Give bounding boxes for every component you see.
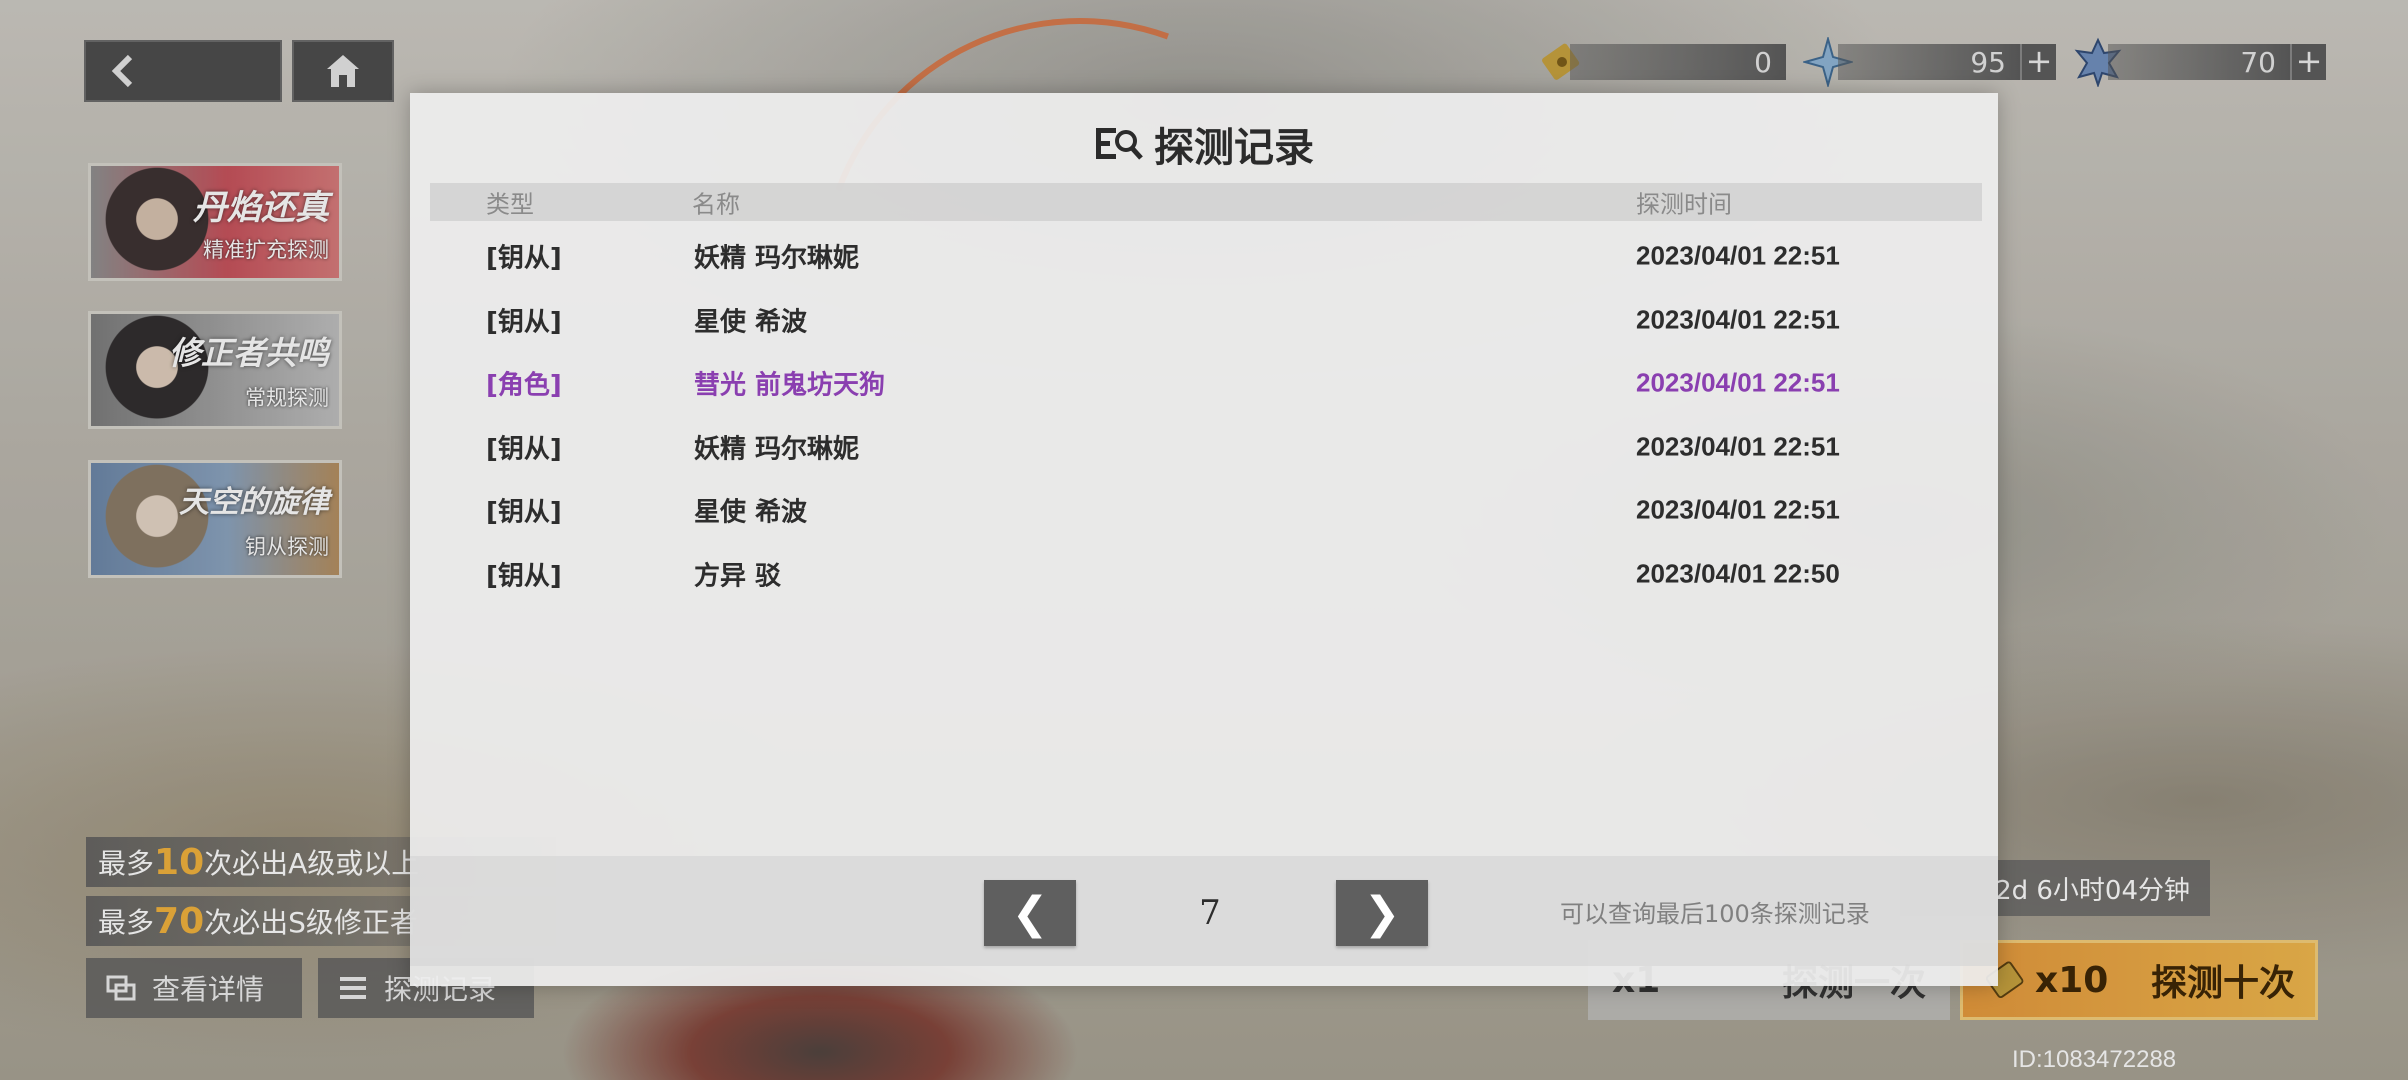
table-header: 类型 名称 探测时间 <box>430 183 1982 221</box>
row-type: [钥从] <box>486 243 562 274</box>
table-row: [钥从] 妖精 玛尔琳妮 2023/04/01 22:51 <box>430 228 1982 284</box>
search-list-icon <box>1096 128 1143 160</box>
table-row: [钥从] 星使 希波 2023/04/01 22:51 <box>430 292 1982 348</box>
chevron-right-icon: ❯ <box>1363 887 1401 939</box>
modal-title-text: 探测记录 <box>1154 125 1314 171</box>
row-type: [角色] <box>486 370 562 401</box>
page-number: 7 <box>1199 893 1221 933</box>
records-modal: 探测记录 类型 名称 探测时间 [钥从] 妖精 玛尔琳妮 2023/04/01 … <box>410 93 1998 986</box>
records-limit-note: 可以查询最后100条探测记录 <box>1560 900 1870 928</box>
row-type: [钥从] <box>486 561 562 592</box>
column-type: 类型 <box>486 190 534 219</box>
row-type: [钥从] <box>486 307 562 338</box>
pagination-bar: ❮ 7 ❯ 可以查询最后100条探测记录 <box>410 856 1998 966</box>
row-time: 2023/04/01 22:51 <box>1636 240 1840 271</box>
table-row: [钥从] 方异 驳 2023/04/01 22:50 <box>430 546 1982 602</box>
row-time: 2023/04/01 22:50 <box>1636 558 1840 589</box>
row-name: 星使 希波 <box>694 307 808 338</box>
row-type: [钥从] <box>486 497 562 528</box>
row-time: 2023/04/01 22:51 <box>1636 367 1840 398</box>
chevron-left-icon: ❮ <box>1011 887 1049 939</box>
column-name: 名称 <box>692 190 740 219</box>
column-time: 探测时间 <box>1636 190 1732 219</box>
row-name: 妖精 玛尔琳妮 <box>694 434 860 465</box>
row-name: 妖精 玛尔琳妮 <box>694 243 860 274</box>
row-name: 星使 希波 <box>694 497 808 528</box>
modal-title: 探测记录 <box>410 113 1998 175</box>
row-name: 彗光 前鬼坊天狗 <box>694 370 886 401</box>
table-row-highlight: [角色] 彗光 前鬼坊天狗 2023/04/01 22:51 <box>430 355 1982 411</box>
row-time: 2023/04/01 22:51 <box>1636 304 1840 335</box>
table-row: [钥从] 星使 希波 2023/04/01 22:51 <box>430 482 1982 538</box>
next-page-button[interactable]: ❯ <box>1336 880 1428 946</box>
prev-page-button[interactable]: ❮ <box>984 880 1076 946</box>
row-name: 方异 驳 <box>694 561 782 592</box>
table-row: [钥从] 妖精 玛尔琳妮 2023/04/01 22:51 <box>430 419 1982 475</box>
row-time: 2023/04/01 22:51 <box>1636 494 1840 525</box>
row-time: 2023/04/01 22:51 <box>1636 431 1840 462</box>
row-type: [钥从] <box>486 434 562 465</box>
